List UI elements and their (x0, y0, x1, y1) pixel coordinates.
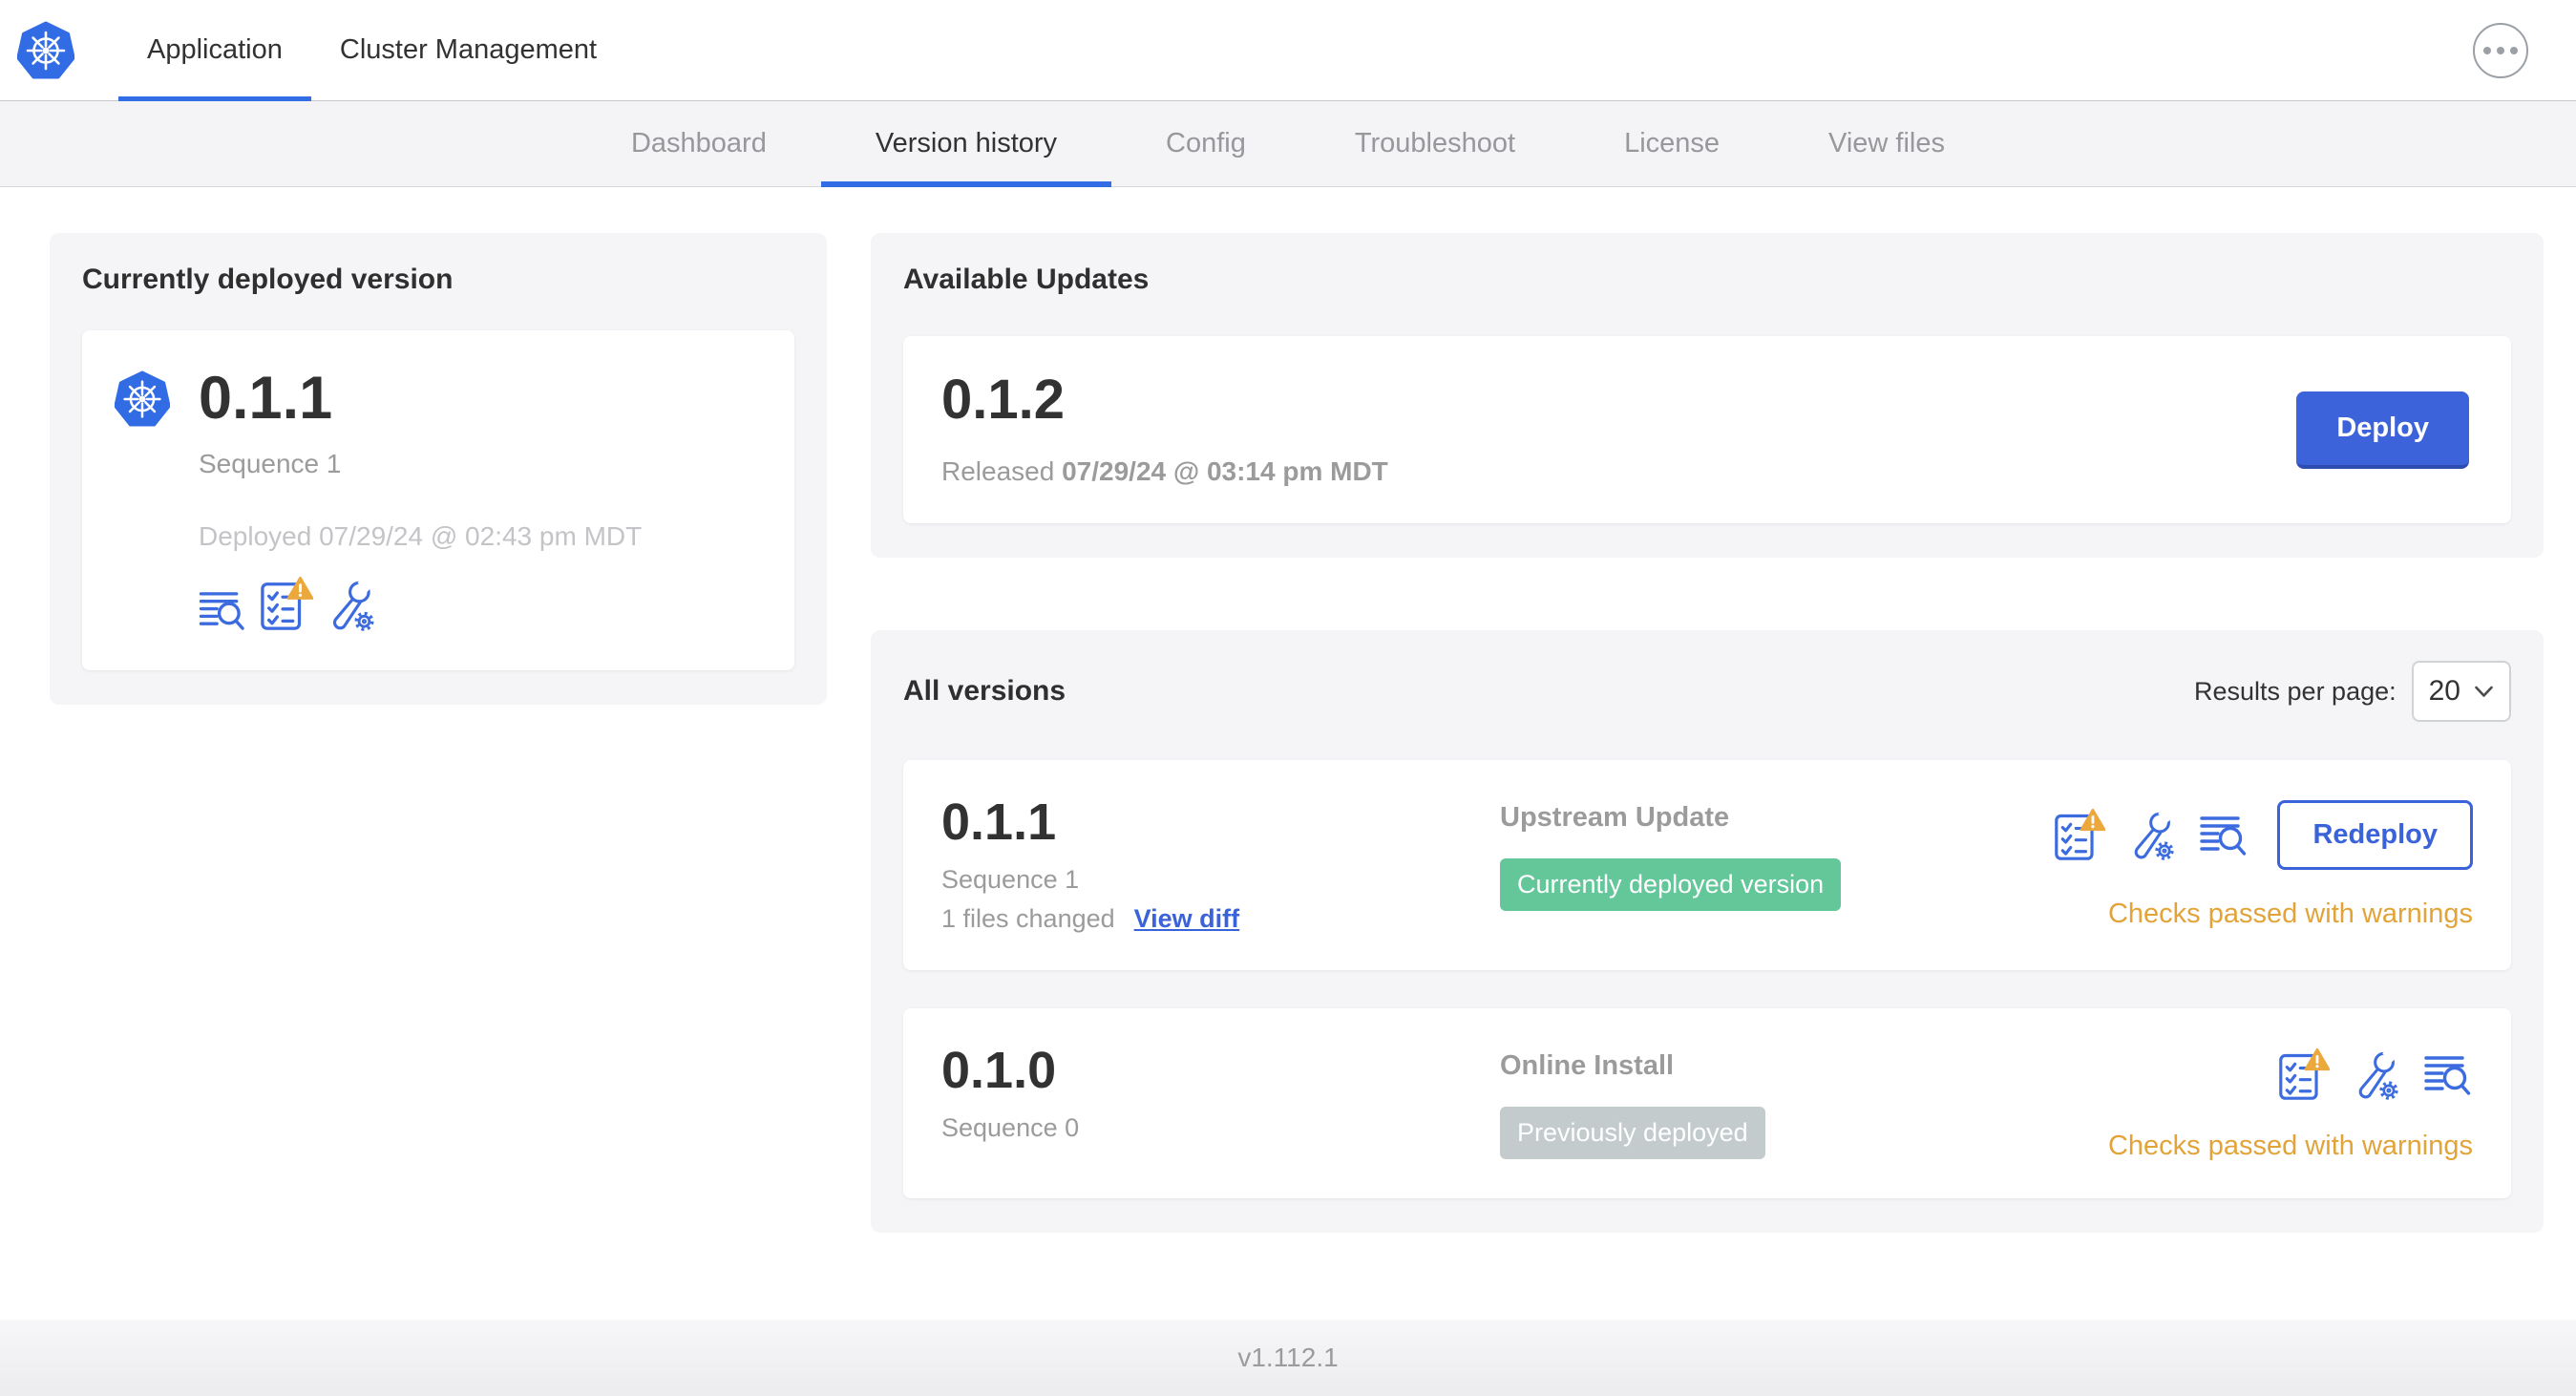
source-label: Online Install (1500, 1050, 1675, 1081)
edit-config-icon[interactable] (2128, 810, 2176, 861)
all-versions-header: All versions Results per page: 20 (903, 661, 2511, 722)
tab-config[interactable]: Config (1111, 101, 1300, 186)
results-per-page-value: 20 (2428, 675, 2460, 707)
view-logs-icon[interactable] (2423, 1053, 2473, 1097)
console-version-label: v1.112.1 (1237, 1343, 1339, 1372)
released-timestamp: 07/29/24 @ 03:14 pm MDT (1062, 456, 1388, 486)
results-per-page: Results per page: 20 (2194, 661, 2511, 722)
available-updates-title: Available Updates (903, 264, 1150, 295)
left-column: Currently deployed version 0.1.1 Sequenc… (50, 233, 827, 706)
all-versions-title: All versions (903, 675, 1066, 707)
top-navbar: Application Cluster Management (0, 0, 2576, 101)
available-update-card: 0.1.2 Released 07/29/24 @ 03:14 pm MDT D… (903, 336, 2511, 523)
edit-config-icon[interactable] (327, 579, 376, 632)
files-changed-line: 1 files changed View diff (941, 904, 1500, 934)
version-actions: Checks passed with warnings (2108, 1045, 2473, 1162)
update-released-line: Released 07/29/24 @ 03:14 pm MDT (941, 456, 1388, 487)
chevron-down-icon (2474, 686, 2494, 698)
currently-deployed-card: 0.1.1 Sequence 1 Deployed 07/29/24 @ 02:… (82, 330, 794, 671)
update-version-label: 0.1.2 (941, 369, 1065, 431)
files-changed-label: 1 files changed (941, 904, 1115, 933)
version-label: 0.1.0 (941, 1042, 1057, 1099)
source-label: Upstream Update (1500, 802, 1730, 833)
tab-troubleshoot[interactable]: Troubleshoot (1300, 101, 1570, 186)
more-options-button[interactable] (2473, 22, 2528, 78)
view-logs-icon[interactable] (199, 589, 246, 632)
preflight-checks-warning-icon[interactable] (260, 577, 313, 632)
main-content: Currently deployed version 0.1.1 Sequenc… (0, 187, 2576, 1320)
version-actions: Redeploy Checks passed with warnings (2054, 796, 2473, 930)
tab-view-files[interactable]: View files (1774, 101, 1999, 186)
edit-config-icon[interactable] (2353, 1049, 2400, 1101)
redeploy-button[interactable]: Redeploy (2277, 800, 2473, 870)
tab-application[interactable]: Application (118, 0, 311, 101)
currently-deployed-title: Currently deployed version (82, 264, 454, 295)
version-label: 0.1.1 (941, 793, 1057, 851)
released-label: Released (941, 456, 1055, 486)
tab-cluster-management[interactable]: Cluster Management (311, 0, 625, 100)
currently-deployed-panel: Currently deployed version 0.1.1 Sequenc… (50, 233, 827, 706)
results-per-page-label: Results per page: (2194, 676, 2397, 706)
top-tabs: Application Cluster Management (118, 0, 625, 101)
view-logs-icon[interactable] (2199, 814, 2249, 857)
version-row-0-1-0: 0.1.0 Sequence 0 Online Install Previous… (903, 1008, 2511, 1198)
view-diff-link[interactable]: View diff (1134, 904, 1240, 934)
kubernetes-logo-icon (17, 0, 74, 100)
deployed-timestamp: Deployed 07/29/24 @ 02:43 pm MDT (199, 521, 643, 552)
preflight-status-text: Checks passed with warnings (2107, 899, 2473, 929)
version-info: 0.1.0 Sequence 0 (941, 1045, 1500, 1143)
ellipsis-icon (2481, 46, 2521, 54)
tab-version-history[interactable]: Version history (820, 101, 1112, 187)
status-badge: Currently deployed version (1500, 858, 1842, 911)
preflight-status-text: Checks passed with warnings (2107, 1131, 2473, 1161)
version-row-0-1-1: 0.1.1 Sequence 1 1 files changed View di… (903, 760, 2511, 970)
app-footer: v1.112.1 (0, 1320, 2576, 1396)
action-icon-row: Redeploy (2054, 800, 2473, 870)
all-versions-panel: All versions Results per page: 20 0.1.1 … (871, 630, 2544, 1233)
preflight-checks-warning-icon[interactable] (2278, 1048, 2330, 1102)
sequence-label: Sequence 0 (941, 1113, 1080, 1142)
update-info: 0.1.2 Released 07/29/24 @ 03:14 pm MDT (941, 372, 1388, 487)
available-updates-panel: Available Updates 0.1.2 Released 07/29/2… (871, 233, 2544, 558)
app-subnav: Dashboard Version history Config Trouble… (0, 101, 2576, 187)
tab-dashboard[interactable]: Dashboard (577, 101, 821, 186)
deploy-button[interactable]: Deploy (2296, 391, 2469, 469)
status-badge: Previously deployed (1500, 1107, 1765, 1159)
version-source: Online Install Previously deployed (1500, 1045, 2108, 1159)
deployed-version-label: 0.1.1 (199, 365, 333, 432)
version-source: Upstream Update Currently deployed versi… (1500, 796, 2054, 911)
right-column: Available Updates 0.1.2 Released 07/29/2… (871, 233, 2544, 1233)
version-info: 0.1.1 Sequence 1 1 files changed View di… (941, 796, 1500, 934)
deployed-sequence-label: Sequence 1 (199, 449, 342, 479)
action-icon-row (2278, 1048, 2473, 1102)
kubernetes-app-icon (115, 370, 170, 428)
sequence-label: Sequence 1 (941, 865, 1080, 894)
tab-license[interactable]: License (1570, 101, 1774, 186)
deployed-icon-row (199, 577, 642, 632)
deployed-info: 0.1.1 Sequence 1 Deployed 07/29/24 @ 02:… (199, 367, 642, 632)
preflight-checks-warning-icon[interactable] (2054, 809, 2105, 862)
results-per-page-select[interactable]: 20 (2411, 661, 2511, 722)
